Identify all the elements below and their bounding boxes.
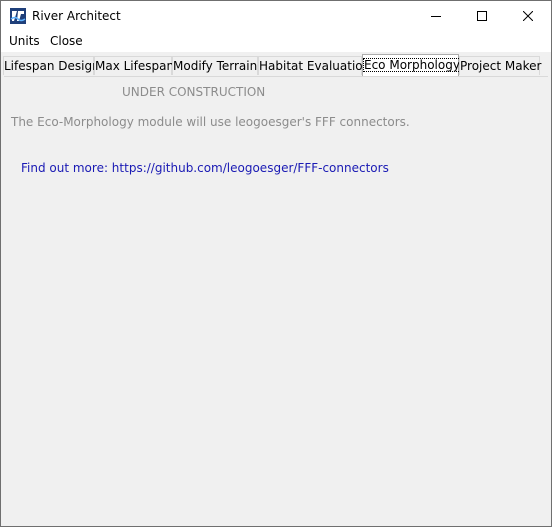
tab-label: Project Maker	[460, 59, 542, 73]
maximize-icon	[477, 11, 487, 21]
app-window: River Architect Units Close Lifespan Des…	[0, 0, 552, 527]
menu-units[interactable]: Units	[9, 34, 40, 48]
menu-bar: Units Close	[1, 31, 551, 52]
tab-lifespan-design[interactable]: Lifespan Design	[3, 56, 100, 75]
tab-eco-morphology[interactable]: Eco Morphology	[362, 54, 461, 76]
module-description: The Eco-Morphology module will use leogo…	[11, 115, 410, 129]
tab-content-border	[4, 76, 548, 77]
title-bar[interactable]: River Architect	[1, 1, 551, 31]
tab-modify-terrain[interactable]: Modify Terrain	[172, 56, 258, 75]
tab-label: Habitat Evaluation	[259, 59, 371, 73]
tab-habitat-evaluation[interactable]: Habitat Evaluation	[258, 56, 370, 75]
minimize-button[interactable]	[413, 1, 459, 31]
maximize-button[interactable]	[459, 1, 505, 31]
under-construction-heading: UNDER CONSTRUCTION	[122, 85, 266, 99]
window-title: River Architect	[32, 9, 121, 23]
tab-label: Modify Terrain	[173, 59, 258, 73]
tab-label: Max Lifespan	[95, 59, 175, 73]
tab-project-maker[interactable]: Project Maker	[459, 56, 542, 75]
minimize-icon	[431, 16, 441, 17]
menu-close[interactable]: Close	[50, 34, 83, 48]
tab-label: Eco Morphology	[363, 58, 461, 72]
fff-connectors-link[interactable]: Find out more: https://github.com/leogoe…	[21, 161, 389, 175]
close-window-button[interactable]	[505, 1, 551, 31]
tab-strip: Lifespan Design Max Lifespan Modify Terr…	[1, 52, 551, 76]
river-architect-logo-icon	[10, 8, 26, 24]
close-icon	[523, 11, 533, 21]
tab-label: Lifespan Design	[4, 59, 100, 73]
tab-max-lifespan[interactable]: Max Lifespan	[94, 56, 175, 75]
